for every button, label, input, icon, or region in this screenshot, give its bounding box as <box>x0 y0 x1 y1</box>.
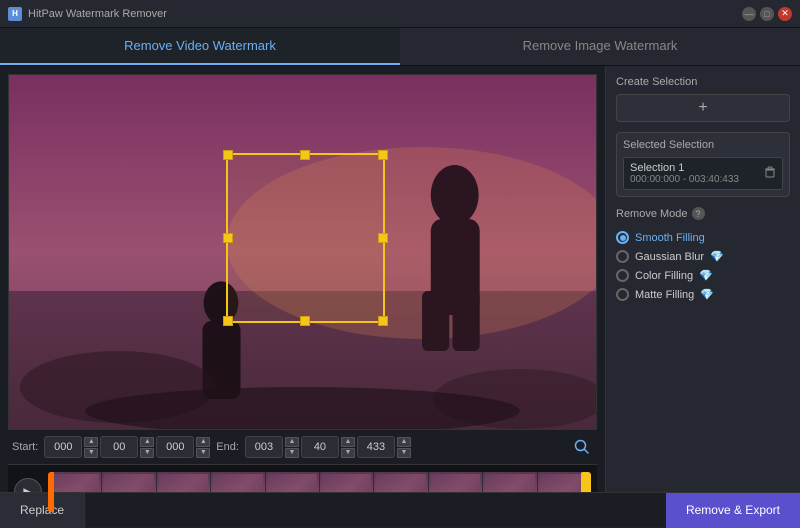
handle-middle-right[interactable] <box>378 233 388 243</box>
handle-top-left[interactable] <box>223 150 233 160</box>
selected-selection-title: Selected Selection <box>623 139 783 151</box>
video-background <box>9 75 596 429</box>
maximize-button[interactable]: □ <box>760 7 774 21</box>
replace-button[interactable]: Replace <box>0 493 85 528</box>
end-hours-up[interactable]: ▲ <box>285 437 299 447</box>
mode-color-label: Color Filling <box>635 270 693 282</box>
end-hours-input[interactable] <box>245 436 283 458</box>
video-panel: Start: ▲ ▼ ▲ ▼ ▲ ▼ End: <box>0 66 605 527</box>
create-selection-plus-icon: + <box>698 99 707 117</box>
selection-time: 000:00:000 - 003:40:433 <box>630 174 739 185</box>
end-milliseconds-spinner[interactable]: ▲ ▼ <box>397 437 411 458</box>
tab-remove-video[interactable]: Remove Video Watermark <box>0 28 400 65</box>
mode-gaussian-radio[interactable] <box>616 250 629 263</box>
title-bar-left: H HitPaw Watermark Remover <box>8 7 167 21</box>
selection-info: Selection 1 000:00:000 - 003:40:433 <box>630 162 739 185</box>
start-label: Start: <box>12 441 38 453</box>
export-button[interactable]: Remove & Export <box>666 493 800 528</box>
start-seconds-up[interactable]: ▲ <box>196 437 210 447</box>
create-selection-button[interactable]: + <box>616 94 790 122</box>
trash-icon <box>764 166 776 178</box>
start-time-group: ▲ ▼ ▲ ▼ ▲ ▼ <box>44 436 210 458</box>
selected-selection-section: Selected Selection Selection 1 000:00:00… <box>616 132 790 197</box>
end-minutes-spinner[interactable]: ▲ ▼ <box>341 437 355 458</box>
help-icon[interactable]: ? <box>692 207 705 220</box>
start-seconds-down[interactable]: ▼ <box>196 448 210 458</box>
app-icon: H <box>8 7 22 21</box>
handle-bottom-middle[interactable] <box>300 316 310 326</box>
selection-item-1: Selection 1 000:00:000 - 003:40:433 <box>623 157 783 190</box>
handle-top-right[interactable] <box>378 150 388 160</box>
right-panel: Create Selection + Selected Selection Se… <box>605 66 800 527</box>
premium-icon-color: 💎 <box>699 269 713 282</box>
end-milliseconds-up[interactable]: ▲ <box>397 437 411 447</box>
start-hours-input[interactable] <box>44 436 82 458</box>
create-selection-section: Create Selection + <box>616 76 790 122</box>
mode-smooth-label: Smooth Filling <box>635 232 705 244</box>
start-minutes-up[interactable]: ▲ <box>140 437 154 447</box>
time-controls: Start: ▲ ▼ ▲ ▼ ▲ ▼ End: <box>8 430 597 464</box>
remove-mode-title: Remove Mode ? <box>616 207 790 220</box>
end-minutes-down[interactable]: ▼ <box>341 448 355 458</box>
premium-icon-gaussian: 💎 <box>710 250 724 263</box>
end-minutes-up[interactable]: ▲ <box>341 437 355 447</box>
mode-gaussian-label: Gaussian Blur <box>635 251 704 263</box>
create-selection-title: Create Selection <box>616 76 790 88</box>
app-title: HitPaw Watermark Remover <box>28 8 167 20</box>
end-hours-spinner[interactable]: ▲ ▼ <box>285 437 299 458</box>
mode-matte-radio[interactable] <box>616 288 629 301</box>
mode-smooth-radio[interactable] <box>616 231 629 244</box>
start-hours-down[interactable]: ▼ <box>84 448 98 458</box>
title-bar-controls: — □ ✕ <box>742 7 792 21</box>
main-layout: Start: ▲ ▼ ▲ ▼ ▲ ▼ End: <box>0 66 800 527</box>
end-label: End: <box>216 441 239 453</box>
mode-smooth-filling[interactable]: Smooth Filling <box>616 228 790 247</box>
timeline-progress-indicator <box>48 472 54 512</box>
delete-selection-button[interactable] <box>764 166 776 181</box>
search-frame-button[interactable] <box>571 436 593 458</box>
minimize-button[interactable]: — <box>742 7 756 21</box>
end-hours-down[interactable]: ▼ <box>285 448 299 458</box>
handle-bottom-left[interactable] <box>223 316 233 326</box>
premium-icon-matte: 💎 <box>700 288 714 301</box>
selection-name: Selection 1 <box>630 162 739 174</box>
close-button[interactable]: ✕ <box>778 7 792 21</box>
video-container <box>8 74 597 430</box>
handle-middle-left[interactable] <box>223 233 233 243</box>
tab-bar: Remove Video Watermark Remove Image Wate… <box>0 28 800 66</box>
mode-color-radio[interactable] <box>616 269 629 282</box>
start-minutes-input[interactable] <box>100 436 138 458</box>
mode-color-filling[interactable]: Color Filling 💎 <box>616 266 790 285</box>
search-icon <box>574 439 590 455</box>
handle-top-middle[interactable] <box>300 150 310 160</box>
mode-gaussian-blur[interactable]: Gaussian Blur 💎 <box>616 247 790 266</box>
tab-remove-image[interactable]: Remove Image Watermark <box>400 28 800 65</box>
start-seconds-input[interactable] <box>156 436 194 458</box>
mode-matte-label: Matte Filling <box>635 289 694 301</box>
end-milliseconds-input[interactable] <box>357 436 395 458</box>
start-hours-up[interactable]: ▲ <box>84 437 98 447</box>
handle-bottom-right[interactable] <box>378 316 388 326</box>
end-milliseconds-down[interactable]: ▼ <box>397 448 411 458</box>
end-minutes-input[interactable] <box>301 436 339 458</box>
start-hours-spinner[interactable]: ▲ ▼ <box>84 437 98 458</box>
mode-matte-filling[interactable]: Matte Filling 💎 <box>616 285 790 304</box>
watermark-selection-box[interactable] <box>226 153 384 323</box>
start-minutes-spinner[interactable]: ▲ ▼ <box>140 437 154 458</box>
start-seconds-spinner[interactable]: ▲ ▼ <box>196 437 210 458</box>
title-bar: H HitPaw Watermark Remover — □ ✕ <box>0 0 800 28</box>
remove-mode-section: Remove Mode ? Smooth Filling Gaussian Bl… <box>616 207 790 517</box>
bottom-bar: Replace Remove & Export <box>0 492 800 527</box>
end-time-group: ▲ ▼ ▲ ▼ ▲ ▼ <box>245 436 411 458</box>
start-minutes-down[interactable]: ▼ <box>140 448 154 458</box>
